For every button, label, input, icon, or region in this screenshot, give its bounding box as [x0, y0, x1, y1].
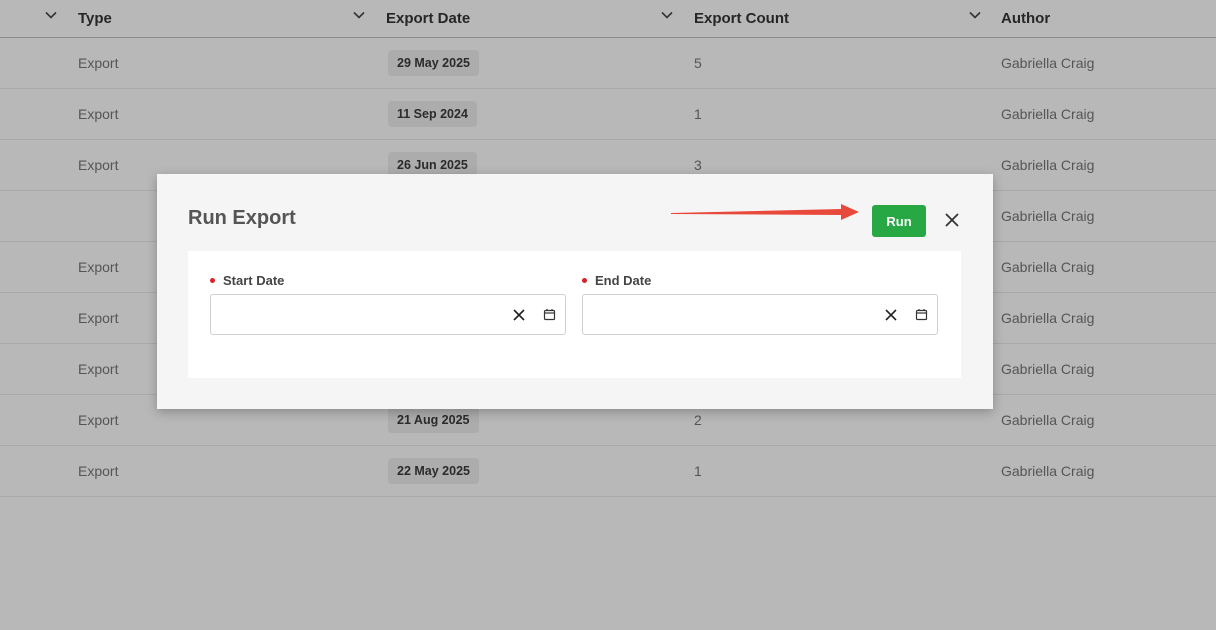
type-cell: Export — [78, 361, 119, 377]
author-cell: Gabriella Craig — [1001, 55, 1095, 71]
table-row[interactable]: Export 29 May 2025 5 Gabriella Craig — [0, 38, 1216, 89]
export-date-cell: 29 May 2025 — [388, 38, 479, 88]
table-row[interactable]: Export 11 Sep 2024 1 Gabriella Craig — [0, 89, 1216, 140]
author-cell: Gabriella Craig — [1001, 106, 1095, 122]
close-icon[interactable] — [942, 210, 962, 230]
chevron-down-icon[interactable] — [660, 8, 674, 22]
annotation-arrow-icon — [671, 204, 859, 220]
type-cell: Export — [78, 157, 119, 173]
export-count-cell: 1 — [694, 463, 702, 479]
type-cell: Export — [78, 310, 119, 326]
chevron-down-icon[interactable] — [968, 8, 982, 22]
date-range-form: Start Date End Date — [188, 251, 961, 378]
column-header-export-count[interactable]: Export Count — [694, 0, 789, 37]
clear-icon[interactable] — [512, 308, 526, 322]
author-cell: Gabriella Craig — [1001, 259, 1095, 275]
start-date-input[interactable] — [211, 295, 501, 334]
chevron-down-icon[interactable] — [352, 8, 366, 22]
export-count-cell: 1 — [694, 106, 702, 122]
run-button[interactable]: Run — [872, 205, 926, 237]
start-date-picker[interactable] — [210, 294, 566, 335]
end-date-label-row: End Date — [582, 271, 938, 289]
table-row[interactable]: Export 22 May 2025 1 Gabriella Craig — [0, 446, 1216, 497]
author-cell: Gabriella Craig — [1001, 412, 1095, 428]
export-date-badge: 11 Sep 2024 — [388, 101, 477, 127]
start-date-field: Start Date — [210, 271, 566, 335]
end-date-field: End Date — [582, 271, 938, 335]
author-cell: Gabriella Craig — [1001, 361, 1095, 377]
export-date-cell: 22 May 2025 — [388, 446, 479, 496]
end-date-label: End Date — [595, 272, 652, 288]
calendar-icon[interactable] — [543, 308, 556, 321]
author-cell: Gabriella Craig — [1001, 310, 1095, 326]
modal-title: Run Export — [188, 207, 296, 229]
type-cell: Export — [78, 463, 119, 479]
required-indicator — [582, 277, 587, 283]
type-cell: Export — [78, 106, 119, 122]
end-date-picker[interactable] — [582, 294, 938, 335]
export-count-cell: 5 — [694, 55, 702, 71]
start-date-label: Start Date — [223, 272, 285, 288]
table-header: Type Export Date Export Count Author — [0, 0, 1216, 38]
column-header-export-date[interactable]: Export Date — [386, 0, 470, 37]
author-cell: Gabriella Craig — [1001, 157, 1095, 173]
export-date-badge: 29 May 2025 — [388, 50, 479, 76]
required-indicator — [210, 277, 215, 283]
column-header-type[interactable]: Type — [78, 0, 112, 37]
run-export-modal: Run Export Run Start Date End Date — [157, 174, 993, 409]
type-cell: Export — [78, 412, 119, 428]
type-cell: Export — [78, 259, 119, 275]
clear-icon[interactable] — [884, 308, 898, 322]
start-date-label-row: Start Date — [210, 271, 566, 289]
calendar-icon[interactable] — [915, 308, 928, 321]
export-date-badge: 22 May 2025 — [388, 458, 479, 484]
export-date-badge: 21 Aug 2025 — [388, 407, 479, 433]
export-date-cell: 11 Sep 2024 — [388, 89, 477, 139]
column-header-author[interactable]: Author — [1001, 0, 1050, 37]
end-date-input[interactable] — [583, 295, 873, 334]
chevron-down-icon[interactable] — [44, 8, 58, 22]
author-cell: Gabriella Craig — [1001, 463, 1095, 479]
type-cell: Export — [78, 55, 119, 71]
author-cell: Gabriella Craig — [1001, 208, 1095, 224]
